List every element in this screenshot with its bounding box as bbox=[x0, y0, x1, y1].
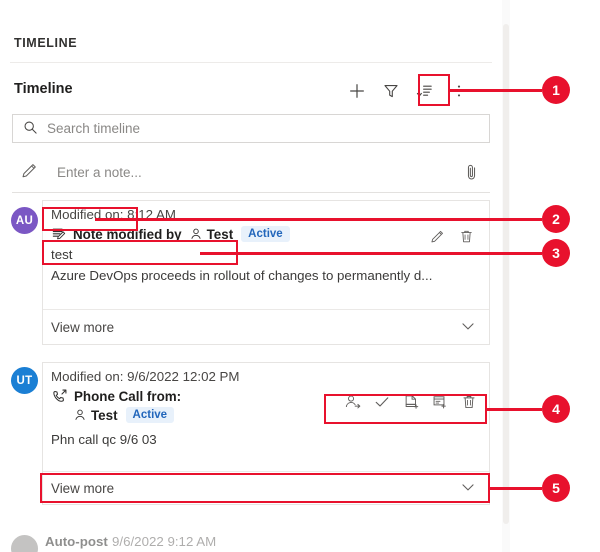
timeline-header: Timeline bbox=[0, 76, 492, 110]
timeline-toolbar bbox=[340, 76, 476, 106]
view-more-button[interactable]: View more bbox=[43, 471, 489, 505]
modified-on-label: Modified on: 9/6/2022 12:02 PM bbox=[51, 369, 240, 384]
entry-timestamp: 9/6/2022 9:12 AM bbox=[112, 534, 217, 549]
phone-outgoing-icon bbox=[51, 388, 68, 405]
assign-icon[interactable] bbox=[338, 390, 367, 414]
view-more-label: View more bbox=[51, 481, 115, 496]
divider-note bbox=[12, 192, 490, 193]
annotation-badge-number: 3 bbox=[552, 245, 560, 261]
annotation-badge-number: 1 bbox=[552, 82, 560, 98]
entry-actions bbox=[338, 390, 483, 414]
annotation-badge-4: 4 bbox=[542, 395, 570, 423]
chevron-down-icon bbox=[459, 478, 477, 499]
filter-icon[interactable] bbox=[374, 76, 408, 106]
avatar-initials: AU bbox=[15, 214, 34, 227]
annotation-badge-5: 5 bbox=[542, 474, 570, 502]
vertical-scrollbar[interactable] bbox=[502, 0, 510, 552]
annotation-badge-number: 5 bbox=[552, 480, 560, 496]
avatar: AU bbox=[11, 207, 38, 234]
person-icon bbox=[189, 227, 203, 241]
timeline-panel: TIMELINE Timeline Search timeline Enter … bbox=[0, 0, 505, 552]
search-placeholder: Search timeline bbox=[47, 121, 141, 136]
delete-icon[interactable] bbox=[454, 390, 483, 414]
timeline-entry-phonecall: UT Modified on: 9/6/2022 12:02 PM Phone … bbox=[0, 362, 492, 507]
scrollbar-thumb[interactable] bbox=[503, 24, 509, 524]
view-more-button[interactable]: View more bbox=[43, 309, 489, 344]
person-icon bbox=[73, 408, 87, 422]
status-badge: Active bbox=[125, 407, 175, 423]
note-edit-icon bbox=[51, 226, 67, 242]
status-badge: Active bbox=[241, 226, 290, 242]
avatar: UT bbox=[11, 367, 38, 394]
entry-body-line-1: Phn call qc 9/6 03 bbox=[51, 432, 157, 447]
chevron-down-icon bbox=[459, 317, 477, 338]
pencil-icon bbox=[20, 161, 39, 183]
annotation-badge-3: 3 bbox=[542, 239, 570, 267]
entry-person[interactable]: Test bbox=[207, 227, 234, 242]
annotation-badge-1: 1 bbox=[542, 76, 570, 104]
avatar bbox=[11, 535, 38, 552]
timeline-entry-note: AU Modified on: 8:12 AM Note modified by bbox=[0, 200, 492, 348]
timeline-entry-partial: Auto-post 9/6/2022 9:12 AM bbox=[0, 533, 492, 552]
sort-icon[interactable] bbox=[408, 76, 442, 106]
add-to-case-icon[interactable] bbox=[396, 390, 425, 414]
search-timeline-input[interactable]: Search timeline bbox=[12, 114, 490, 143]
entry-subject-row: Note modified by Test Active bbox=[43, 224, 489, 242]
entry-card: Modified on: 9/6/2022 12:02 PM Phone Cal… bbox=[42, 362, 490, 505]
divider-top bbox=[10, 62, 492, 63]
delete-icon[interactable] bbox=[452, 224, 481, 248]
note-composer[interactable]: Enter a note... bbox=[12, 154, 490, 190]
modified-on-label: Modified on: 8:12 AM bbox=[51, 207, 176, 222]
annotation-badge-number: 2 bbox=[552, 211, 560, 227]
timeline-header-label: Timeline bbox=[14, 81, 73, 97]
note-placeholder: Enter a note... bbox=[57, 164, 142, 180]
entry-person[interactable]: Test bbox=[91, 408, 118, 423]
entry-subject: Phone Call from: bbox=[74, 389, 182, 404]
check-icon[interactable] bbox=[367, 390, 396, 414]
add-icon[interactable] bbox=[340, 76, 374, 106]
more-options-icon[interactable] bbox=[442, 76, 476, 106]
entry-actions bbox=[423, 224, 481, 248]
convert-to-case-icon[interactable] bbox=[425, 390, 454, 414]
view-more-label: View more bbox=[51, 319, 115, 335]
avatar-initials: UT bbox=[16, 374, 33, 387]
entry-subject-row: Phone Call from: Test Active bbox=[43, 386, 489, 423]
paperclip-icon[interactable] bbox=[463, 163, 480, 185]
annotation-badge-number: 4 bbox=[552, 401, 560, 417]
edit-icon[interactable] bbox=[423, 224, 452, 248]
entry-subject: Auto-post bbox=[45, 534, 108, 549]
section-title: TIMELINE bbox=[14, 36, 78, 50]
entry-subject: Note modified by bbox=[73, 226, 182, 242]
search-icon bbox=[23, 120, 38, 138]
entry-card: Modified on: 8:12 AM Note modified by Te… bbox=[42, 200, 490, 345]
entry-body-line-2: Azure DevOps proceeds in rollout of chan… bbox=[51, 268, 433, 283]
annotation-badge-2: 2 bbox=[542, 205, 570, 233]
